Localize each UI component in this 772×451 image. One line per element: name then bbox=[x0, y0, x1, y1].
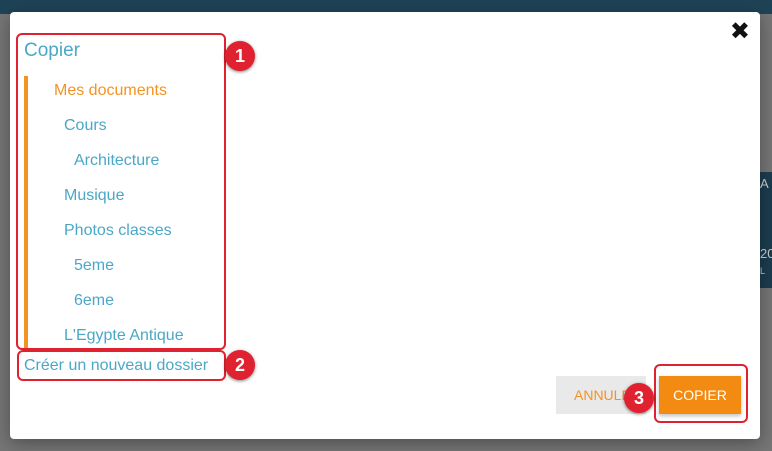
annotation-badge-3: 3 bbox=[624, 383, 654, 413]
annotation-badge-1: 1 bbox=[225, 41, 255, 71]
annotation-box-3 bbox=[654, 364, 748, 423]
background-thumb-text: A bbox=[760, 176, 769, 191]
close-icon[interactable]: ✖ bbox=[730, 20, 750, 44]
background-thumb-text: L bbox=[760, 266, 766, 276]
background-thumb-text: 20 bbox=[760, 246, 772, 261]
annotation-box-1 bbox=[16, 33, 226, 350]
annotation-box-2 bbox=[17, 350, 226, 381]
annotation-badge-2: 2 bbox=[225, 350, 255, 380]
background-thumbnail: A 20 L bbox=[758, 172, 772, 288]
